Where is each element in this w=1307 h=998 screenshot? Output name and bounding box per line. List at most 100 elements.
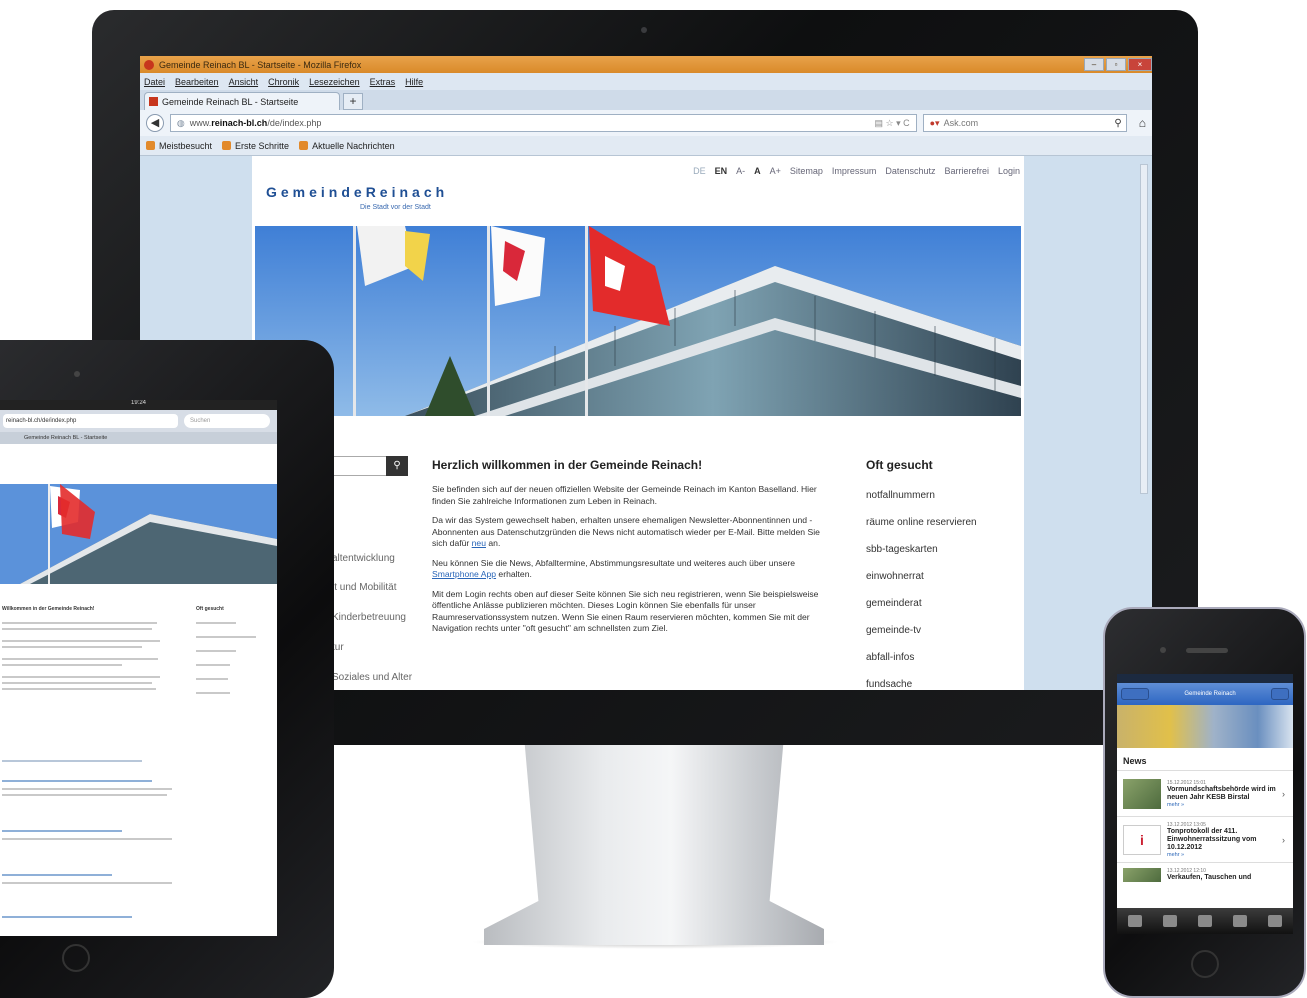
site-logo[interactable]: GemeindeReinach: [266, 184, 448, 200]
minimize-button[interactable]: –: [1084, 58, 1104, 71]
ipad-news-line: [2, 874, 112, 876]
smartphone-app-link[interactable]: Smartphone App: [432, 569, 496, 579]
font-larger[interactable]: A+: [770, 166, 781, 176]
url-tools-icons[interactable]: ▤ ☆ ▾ C: [875, 118, 910, 129]
news-headline: Verkaufen, Tauschen und: [1167, 873, 1252, 881]
main-content: Herzlich willkommen in der Gemeinde Rein…: [432, 458, 822, 643]
news-headline: Tonprotokoll der 411. Einwohnerratssitzu…: [1167, 827, 1257, 851]
ipad-text-line: [2, 676, 160, 678]
link-sitemap[interactable]: Sitemap: [790, 166, 823, 176]
back-button[interactable]: ◀: [146, 114, 164, 132]
ipad-news-line: [2, 838, 172, 840]
search-icon: ⚲: [393, 460, 401, 471]
sidebar-link-einwohnerrat[interactable]: einwohnerrat: [866, 571, 1016, 598]
globe-icon: ◍: [176, 117, 185, 128]
imac-camera: [641, 27, 647, 33]
bookmark-nachrichten[interactable]: Aktuelle Nachrichten: [299, 141, 395, 151]
link-login[interactable]: Login: [998, 166, 1020, 176]
nav-item-stadtentwicklung[interactable]: altentwicklung: [332, 553, 395, 564]
ipad-tab[interactable]: Gemeinde Reinach BL - Startseite: [0, 432, 277, 444]
iphone-nav-title: Gemeinde Reinach: [1184, 691, 1236, 697]
menu-chronik[interactable]: Chronik: [268, 77, 299, 87]
sidebar-link-notfallnummern[interactable]: notfallnummern: [866, 490, 1016, 517]
bookmark-meistbesucht[interactable]: Meistbesucht: [146, 141, 212, 151]
tab-waste-icon[interactable]: [1197, 915, 1212, 927]
ipad-hero-image: [0, 484, 277, 584]
app-text: Neu können Sie die News, Abfalltermine, …: [432, 557, 796, 568]
link-impressum[interactable]: Impressum: [832, 166, 877, 176]
font-smaller[interactable]: A-: [736, 166, 745, 176]
webpage: DE EN A- A A+ Sitemap Impressum Datensch…: [252, 156, 1024, 690]
ipad-news-line: [2, 882, 172, 884]
link-datenschutz[interactable]: Datenschutz: [885, 166, 935, 176]
ipad-url-field[interactable]: reinach-bl.ch/de/index.php: [3, 414, 178, 428]
nav-item-soziales[interactable]: Soziales und Alter: [332, 672, 412, 683]
iphone-news-item[interactable]: 13.12.2012 12:10 Verkaufen, Tauschen und: [1117, 862, 1293, 886]
iphone-section-title: News: [1123, 756, 1147, 766]
bookmark-label: Erste Schritte: [235, 140, 290, 151]
tab-news-icon[interactable]: [1127, 915, 1142, 927]
menu-extras[interactable]: Extras: [370, 77, 396, 87]
iphone-news-item[interactable]: 15.12.2012 15:01 Vormundschaftsbehörde w…: [1117, 770, 1293, 816]
sidebar-link-fundsache[interactable]: fundsache: [866, 679, 1016, 690]
menu-lesezeichen[interactable]: Lesezeichen: [309, 77, 360, 87]
home-icon[interactable]: ⌂: [1139, 116, 1146, 130]
close-window-button[interactable]: ×: [1128, 58, 1152, 71]
maximize-button[interactable]: ▫: [1106, 58, 1126, 71]
iphone-news-item[interactable]: i 13.12.2012 13:05 Tonprotokoll der 411.…: [1117, 816, 1293, 862]
menu-ansicht[interactable]: Ansicht: [229, 77, 259, 87]
new-tab-button[interactable]: +: [343, 93, 363, 110]
menu-bearbeiten[interactable]: Bearbeiten: [175, 77, 219, 87]
navigation-toolbar: ◀ ◍ www. reinach-bl.ch/de/index.php ▤ ☆ ▾…: [140, 110, 1152, 136]
news-thumbnail: [1123, 867, 1161, 882]
iphone-status-bar: [1117, 674, 1293, 683]
site-search-button[interactable]: ⚲: [386, 456, 408, 476]
news-info: 15.12.2012 15:01 Vormundschaftsbehörde w…: [1167, 780, 1277, 808]
ipad-text-line: [2, 682, 152, 684]
bookmarks-bar: Meistbesucht Erste Schritte Aktuelle Nac…: [140, 136, 1152, 156]
tab-calendar-icon[interactable]: [1162, 915, 1177, 927]
sidebar-title: Oft gesucht: [866, 458, 933, 472]
font-normal[interactable]: A: [754, 166, 761, 176]
news-more-link[interactable]: mehr »: [1167, 852, 1277, 858]
intro-paragraph: Sie befinden sich auf der neuen offiziel…: [432, 484, 817, 506]
iphone-compose-button[interactable]: [1271, 688, 1289, 700]
nav-item-kinderbetreuung[interactable]: Kinderbetreuung: [332, 612, 406, 623]
site-slogan: Die Stadt vor der Stadt: [360, 204, 431, 211]
iphone-camera: [1160, 647, 1166, 653]
menu-datei[interactable]: Datei: [144, 77, 165, 87]
iphone-speaker: [1186, 648, 1228, 653]
ipad-home-button[interactable]: [62, 944, 90, 972]
iphone-back-button[interactable]: [1121, 688, 1149, 700]
nav-item-mobilitaet[interactable]: it und Mobilität: [332, 582, 396, 593]
menu-hilfe[interactable]: Hilfe: [405, 77, 423, 87]
news-more-link[interactable]: mehr »: [1167, 802, 1277, 808]
sidebar-link-abfall[interactable]: abfall-infos: [866, 652, 1016, 679]
search-engine-icon[interactable]: ●▾: [930, 118, 940, 129]
sidebar-link-gemeinde-tv[interactable]: gemeinde-tv: [866, 625, 1016, 652]
lang-de[interactable]: DE: [693, 166, 706, 176]
sidebar-link-gemeinderat[interactable]: gemeinderat: [866, 598, 1016, 625]
newsletter-link[interactable]: neu: [472, 538, 486, 548]
iphone-home-button[interactable]: [1191, 950, 1219, 978]
tab-info-icon[interactable]: [1233, 915, 1248, 927]
lang-en[interactable]: EN: [715, 166, 728, 176]
link-barrierefrei[interactable]: Barrierefrei: [944, 166, 989, 176]
tab-more-icon[interactable]: [1268, 915, 1283, 927]
search-bar[interactable]: ●▾ Ask.com ⚲: [922, 114, 1127, 132]
ipad-sidebar-line: [196, 664, 230, 666]
ipad-address-bar: reinach-bl.ch/de/index.php Suchen: [0, 410, 277, 432]
scrollbar[interactable]: [1140, 164, 1148, 494]
ipad-search-field[interactable]: Suchen: [184, 414, 270, 428]
sidebar-link-raeume[interactable]: räume online reservieren: [866, 517, 1016, 544]
search-icon[interactable]: ⚲: [1114, 118, 1121, 129]
ipad-screen: 19:24 reinach-bl.ch/de/index.php Suchen …: [0, 400, 277, 936]
browser-title-bar: Gemeinde Reinach BL - Startseite - Mozil…: [140, 56, 1152, 73]
sidebar-link-sbb[interactable]: sbb-tageskarten: [866, 544, 1016, 571]
iphone-screen: Gemeinde Reinach News 15.12.2012 15:01 V…: [1117, 674, 1293, 934]
news-thumbnail: [1123, 778, 1161, 809]
iphone-tab-bar: [1117, 908, 1293, 934]
bookmark-erste-schritte[interactable]: Erste Schritte: [222, 141, 289, 151]
tab-startseite[interactable]: Gemeinde Reinach BL - Startseite: [144, 92, 340, 110]
url-bar[interactable]: ◍ www. reinach-bl.ch/de/index.php ▤ ☆ ▾ C: [169, 114, 917, 132]
